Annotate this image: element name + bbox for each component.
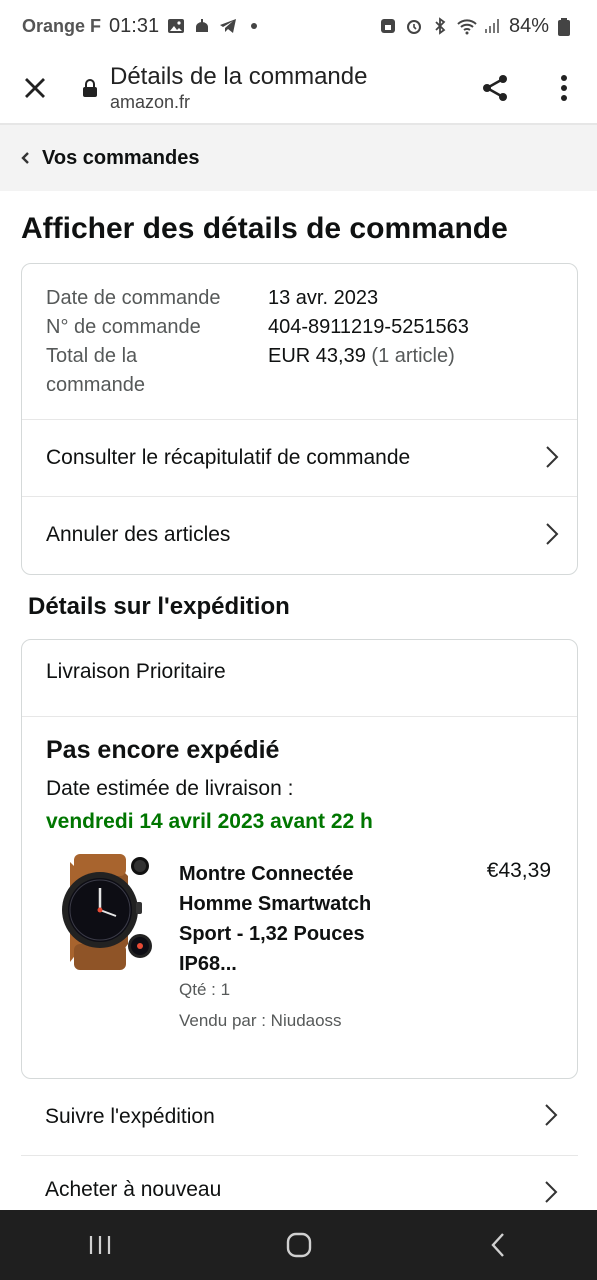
recents-icon[interactable]	[60, 1215, 140, 1275]
order-info: Date de commande 13 avr. 2023 N° de comm…	[46, 284, 469, 400]
alarm-icon	[405, 17, 423, 35]
product-title-link[interactable]: Montre Connectée Homme Smartwatch Sport …	[179, 859, 409, 979]
product-price: €43,39	[486, 859, 551, 882]
shipment-status: Pas encore expédié	[46, 736, 280, 764]
track-shipment-link[interactable]: Suivre l'expédition	[21, 1079, 578, 1155]
breadcrumb-orders-link[interactable]: Vos commandes	[42, 147, 199, 170]
battery-percent: 84%	[508, 14, 549, 37]
cancel-items-link-label: Annuler des articles	[46, 523, 231, 546]
order-date-label: Date de commande	[46, 287, 221, 309]
order-total-label-line1: Total de la	[46, 345, 138, 367]
wifi-icon	[457, 17, 477, 35]
chevron-left-icon	[20, 151, 30, 165]
browser-toolbar: Détails de la commande amazon.fr	[0, 52, 597, 124]
breadcrumb[interactable]: Vos commandes	[0, 125, 597, 191]
notification-dot-icon	[245, 17, 263, 35]
buy-again-link[interactable]: Acheter à nouveau	[21, 1156, 578, 1210]
share-icon[interactable]	[473, 66, 517, 110]
order-total-label-line2: commande	[46, 374, 145, 396]
product-image[interactable]	[44, 854, 156, 970]
lock-badge-icon	[379, 17, 397, 35]
shipment-card: Livraison Prioritaire Pas encore expédié…	[21, 639, 578, 1079]
order-summary-link[interactable]: Consulter le récapitulatif de commande	[22, 419, 577, 496]
close-icon[interactable]	[0, 52, 70, 124]
clock: 01:31	[109, 14, 160, 37]
system-nav-bar	[0, 1210, 597, 1280]
home-icon[interactable]	[259, 1215, 339, 1275]
status-bar: Orange F 01:31 84%	[0, 0, 597, 52]
gallery-icon	[167, 17, 185, 35]
mosque-icon	[193, 17, 211, 35]
buy-again-label: Acheter à nouveau	[45, 1178, 222, 1201]
battery-icon	[557, 17, 575, 36]
divider	[22, 716, 577, 717]
url-bar[interactable]: Détails de la commande amazon.fr	[110, 63, 367, 113]
back-icon[interactable]	[458, 1215, 538, 1275]
telegram-icon	[219, 17, 237, 35]
carrier-name: Orange F	[22, 15, 102, 36]
track-shipment-label: Suivre l'expédition	[45, 1105, 215, 1128]
estimated-delivery-date: vendredi 14 avril 2023 avant 22 h	[46, 810, 373, 833]
estimated-delivery-label: Date estimée de livraison :	[46, 777, 294, 800]
order-number-label: N° de commande	[46, 316, 201, 338]
product-quantity: Qté : 1	[179, 980, 231, 999]
bluetooth-icon	[431, 17, 449, 35]
order-date-value: 13 avr. 2023	[268, 287, 379, 309]
page-tab-title: Détails de la commande	[110, 63, 368, 90]
page-title: Afficher des détails de commande	[21, 212, 508, 245]
chevron-right-icon	[545, 522, 559, 546]
signal-icon	[483, 17, 501, 35]
cancel-items-link[interactable]: Annuler des articles	[22, 496, 577, 573]
order-number-value: 404-8911219-5251563	[268, 316, 469, 338]
chevron-right-icon	[544, 1103, 558, 1127]
order-summary-link-label: Consulter le récapitulatif de commande	[46, 446, 411, 469]
order-summary-card: Date de commande 13 avr. 2023 N° de comm…	[21, 263, 578, 575]
page-url: amazon.fr	[110, 92, 191, 112]
order-total-amount: EUR 43,39	[268, 345, 366, 367]
shipping-section-title: Détails sur l'expédition	[28, 593, 290, 620]
chevron-right-icon	[545, 445, 559, 469]
more-menu-icon[interactable]	[549, 66, 579, 110]
shipping-method: Livraison Prioritaire	[46, 660, 226, 683]
order-item-count: (1 article)	[371, 345, 455, 367]
order-total-value: EUR 43,39 (1 article)	[268, 342, 455, 400]
chevron-right-icon	[544, 1180, 558, 1204]
product-seller: Vendu par : Niudaoss	[179, 1011, 342, 1030]
order-total-label: Total de la commande	[46, 342, 268, 400]
lock-icon	[70, 78, 110, 98]
